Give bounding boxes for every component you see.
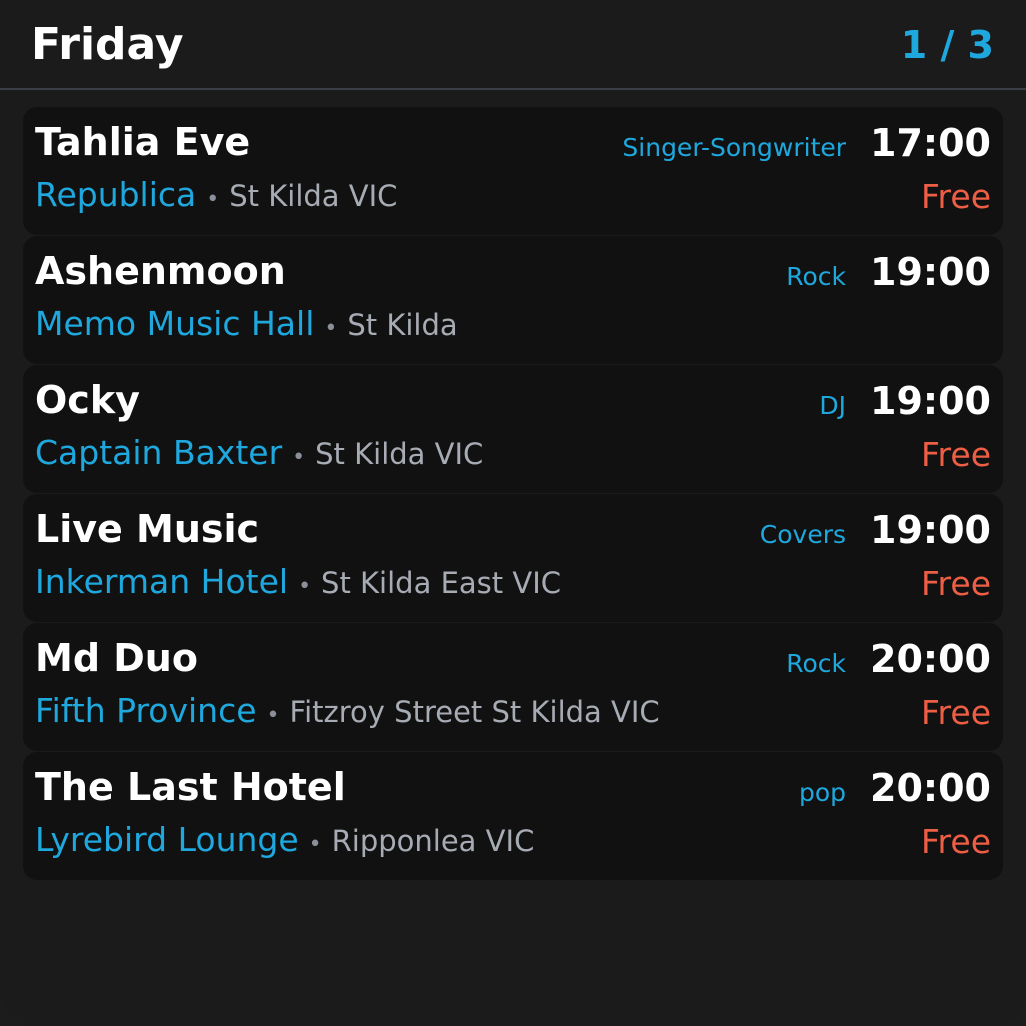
band-name: The Last Hotel xyxy=(35,765,346,809)
separator-dot: • xyxy=(308,832,322,857)
separator-dot: • xyxy=(324,316,338,341)
start-time: 20:00 xyxy=(870,766,991,810)
start-time: 19:00 xyxy=(870,508,991,552)
gig-list: Tahlia Eve Singer-Songwriter 17:00 Repub… xyxy=(23,107,1003,881)
genre-label: Singer-Songwriter xyxy=(622,133,847,162)
suburb-label: St Kilda East VIC xyxy=(321,566,562,600)
genre-label: DJ xyxy=(819,391,847,420)
suburb-label: St Kilda VIC xyxy=(315,437,484,471)
suburb-label: St Kilda VIC xyxy=(229,179,398,213)
header: Friday 1 / 3 xyxy=(0,0,1026,90)
price-label: Free xyxy=(920,177,991,216)
genre-label: Covers xyxy=(759,520,847,549)
gig-card[interactable]: Ashenmoon Rock 19:00 Memo Music Hall • S… xyxy=(23,236,1003,364)
price-label: Free xyxy=(920,693,991,732)
band-name: Ocky xyxy=(35,378,140,422)
venue-name[interactable]: Fifth Province xyxy=(35,691,257,730)
gig-guide-screen: Friday 1 / 3 Tahlia Eve Singer-Songwrite… xyxy=(0,0,1026,1026)
venue-name[interactable]: Inkerman Hotel xyxy=(35,562,288,601)
genre-label: pop xyxy=(798,778,847,807)
suburb-label: St Kilda xyxy=(347,308,458,342)
venue-name[interactable]: Republica xyxy=(35,175,196,214)
separator-dot: • xyxy=(206,187,220,212)
separator-dot: • xyxy=(266,703,280,728)
suburb-label: Fitzroy Street St Kilda VIC xyxy=(289,695,660,729)
band-name: Tahlia Eve xyxy=(35,120,251,164)
venue-name[interactable]: Memo Music Hall xyxy=(35,304,314,343)
start-time: 20:00 xyxy=(870,637,991,681)
gig-card[interactable]: Live Music Covers 19:00 Inkerman Hotel •… xyxy=(23,494,1003,622)
venue-name[interactable]: Captain Baxter xyxy=(35,433,282,472)
band-name: Md Duo xyxy=(35,636,198,680)
start-time: 19:00 xyxy=(870,379,991,423)
venue-name[interactable]: Lyrebird Lounge xyxy=(35,820,299,859)
separator-dot: • xyxy=(292,445,306,470)
gig-card[interactable]: Md Duo Rock 20:00 Fifth Province • Fitzr… xyxy=(23,623,1003,751)
gig-card[interactable]: Tahlia Eve Singer-Songwriter 17:00 Repub… xyxy=(23,107,1003,235)
suburb-label: Ripponlea VIC xyxy=(331,824,535,858)
genre-label: Rock xyxy=(786,262,847,291)
gig-card[interactable]: Ocky DJ 19:00 Captain Baxter • St Kilda … xyxy=(23,365,1003,493)
start-time: 17:00 xyxy=(870,121,991,165)
band-name: Ashenmoon xyxy=(35,249,286,293)
price-label: Free xyxy=(920,435,991,474)
start-time: 19:00 xyxy=(870,250,991,294)
day-title: Friday xyxy=(31,19,184,70)
page-indicator[interactable]: 1 / 3 xyxy=(901,22,994,68)
price-label: Free xyxy=(920,822,991,861)
separator-dot: • xyxy=(298,574,312,599)
price-label: Free xyxy=(920,564,991,603)
gig-card[interactable]: The Last Hotel pop 20:00 Lyrebird Lounge… xyxy=(23,752,1003,880)
band-name: Live Music xyxy=(35,507,260,551)
genre-label: Rock xyxy=(786,649,847,678)
